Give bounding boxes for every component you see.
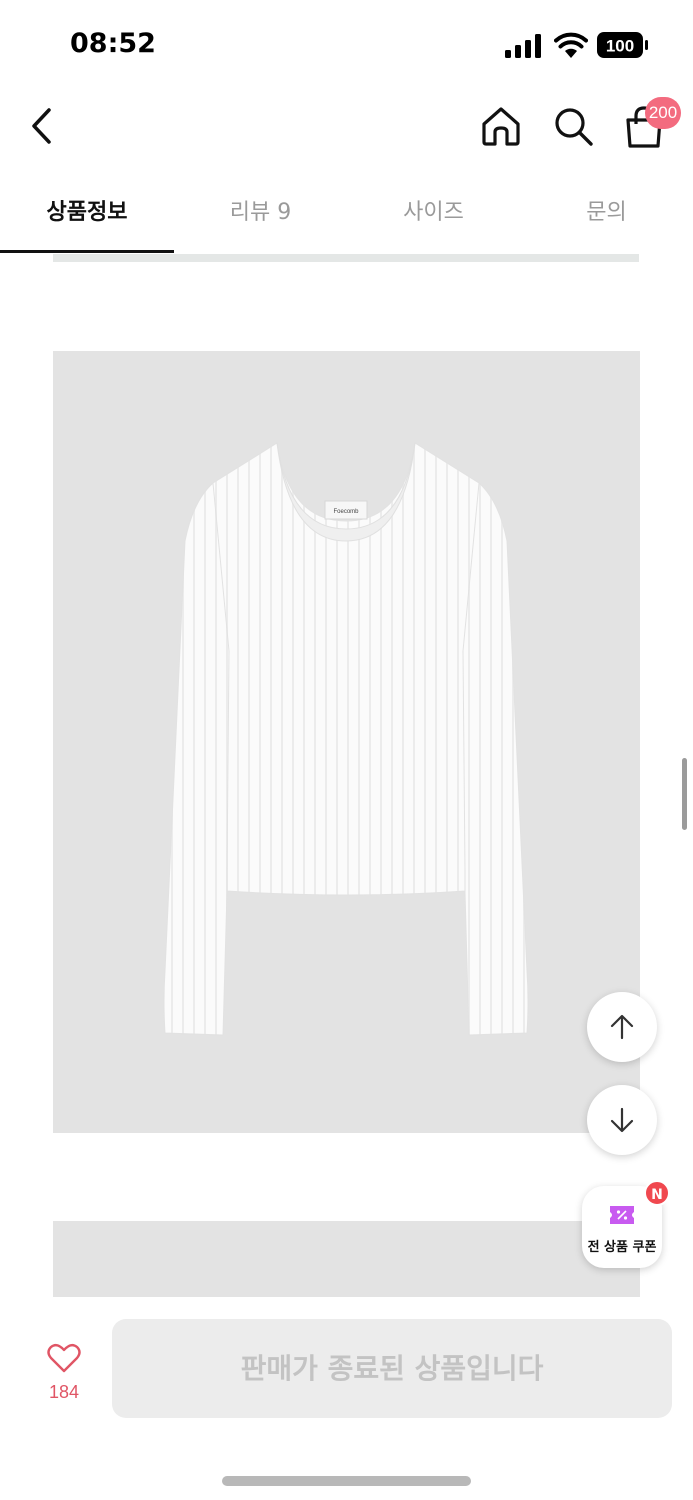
cart-count-badge: 200 [645,97,681,129]
garment-label: Foecomb [333,509,359,515]
sold-out-button: 판매가 종료된 상품입니다 [112,1319,672,1418]
coupon-icon [610,1206,634,1224]
like-button[interactable]: 184 [38,1340,90,1406]
scroll-down-button[interactable] [587,1085,657,1155]
signal-icon [505,34,541,58]
product-tabs: 상품정보 리뷰 9 사이즈 문의 [0,178,693,256]
status-time: 08:52 [70,28,156,59]
coupon-new-badge: N [644,1180,670,1206]
back-arrow-icon[interactable] [22,104,62,148]
status-bar: 08:52 100 [0,0,693,90]
home-icon[interactable] [480,104,522,148]
like-count: 184 [48,1382,80,1402]
active-tab-indicator [0,250,174,253]
search-icon[interactable] [552,104,594,148]
scrollbar-thumb[interactable] [682,758,687,830]
tab-product-info[interactable]: 상품정보 [0,178,174,252]
wifi-icon [554,32,588,58]
content-divider [53,254,639,262]
tab-size[interactable]: 사이즈 [347,178,520,252]
tab-reviews[interactable]: 리뷰 9 [174,178,347,252]
sweater-illustration: Foecomb [163,442,529,1036]
nav-header [0,90,693,170]
arrow-up-icon [610,1014,634,1040]
heart-icon [47,1343,81,1373]
battery-level: 100 [606,37,634,56]
coupon-label: 전 상품 쿠폰 [587,1240,657,1255]
tab-inquiry[interactable]: 문의 [520,178,693,252]
product-image: Foecomb [53,351,640,1133]
product-image-next [53,1221,640,1297]
battery-icon: 100 [597,32,648,58]
scroll-up-button[interactable] [587,992,657,1062]
arrow-down-icon [610,1107,634,1133]
home-indicator [222,1476,471,1486]
